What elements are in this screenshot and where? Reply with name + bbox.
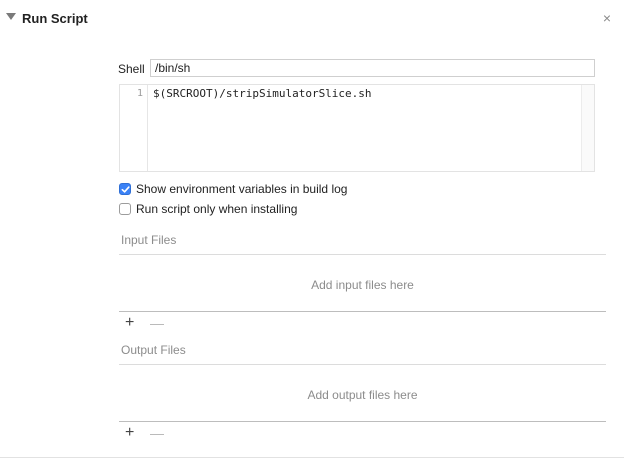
install-only-option[interactable]: Run script only when installing	[119, 201, 297, 217]
output-files-label: Output Files	[121, 343, 186, 357]
show-env-label: Show environment variables in build log	[136, 182, 348, 196]
shell-label: Shell	[118, 62, 145, 76]
run-script-header: Run Script ×	[0, 0, 624, 36]
disclosure-triangle-icon[interactable]	[6, 13, 16, 20]
bottom-divider	[0, 457, 624, 458]
remove-output-file-button[interactable]: —	[150, 426, 164, 440]
close-button[interactable]: ×	[601, 10, 613, 26]
show-env-checkbox[interactable]	[119, 183, 131, 195]
show-env-option[interactable]: Show environment variables in build log	[119, 181, 347, 197]
line-number-gutter: 1	[120, 85, 148, 171]
checkmark-icon	[121, 185, 130, 193]
phase-title: Run Script	[22, 11, 88, 26]
remove-input-file-button[interactable]: —	[150, 316, 164, 330]
line-number: 1	[136, 88, 143, 99]
output-files-list[interactable]: Add output files here	[119, 364, 606, 422]
input-files-list[interactable]: Add input files here	[119, 254, 606, 312]
script-code-line[interactable]: $(SRCROOT)/stripSimulatorSlice.sh	[153, 87, 372, 100]
install-only-checkbox[interactable]	[119, 203, 131, 215]
input-files-placeholder: Add input files here	[311, 278, 414, 292]
script-editor[interactable]: 1 $(SRCROOT)/stripSimulatorSlice.sh	[119, 84, 595, 172]
add-input-file-button[interactable]: +	[125, 315, 134, 331]
add-output-file-button[interactable]: +	[125, 425, 134, 441]
editor-scrollbar[interactable]	[581, 85, 594, 171]
install-only-label: Run script only when installing	[136, 202, 298, 216]
output-files-placeholder: Add output files here	[307, 388, 418, 402]
input-files-label: Input Files	[121, 233, 177, 247]
shell-input[interactable]	[150, 59, 595, 77]
